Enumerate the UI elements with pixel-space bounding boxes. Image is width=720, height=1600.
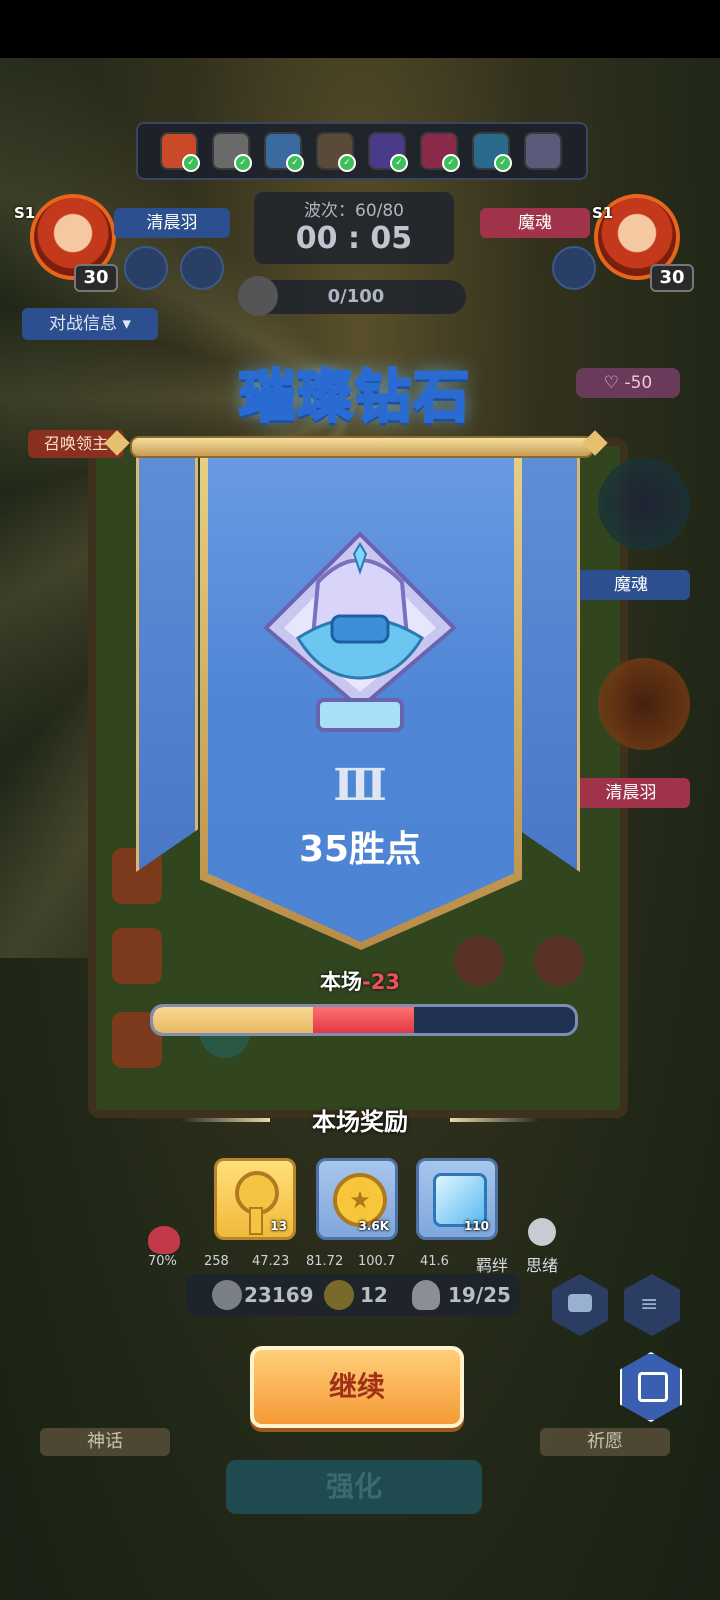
unit-icon (412, 1280, 440, 1310)
skill-icon[interactable] (180, 246, 224, 290)
unit-count: 19/25 (448, 1283, 511, 1307)
diamond-trophy-icon (258, 528, 462, 740)
kill-progress-text: 0/100 (327, 286, 385, 307)
bulb-icon (528, 1218, 556, 1246)
stat-1: 258 (204, 1254, 229, 1269)
thought-label[interactable]: 思绪 (526, 1252, 558, 1276)
upgrade-label: 强化 (325, 1470, 382, 1503)
player-right-season: S1 (592, 204, 614, 222)
rewards-divider-left (180, 1118, 270, 1122)
resource-bar: 23169 12 19/25 (186, 1274, 520, 1316)
heart-icon: ♡ (603, 373, 620, 393)
key-shaft (249, 1207, 263, 1235)
voice-icon[interactable] (124, 246, 168, 290)
upgrade-button[interactable]: 强化 (226, 1460, 482, 1514)
hero-chip[interactable] (524, 132, 562, 170)
heart-stat-icon (148, 1226, 180, 1254)
timer: 00 : 05 (295, 221, 413, 256)
heart-cost: ♡ -50 (576, 368, 680, 398)
rank-title: 璀璨钻石 (238, 364, 471, 432)
check-icon: ✓ (182, 154, 200, 172)
wave-panel: 波次：60/80 00 : 05 (254, 192, 454, 264)
hero-chip[interactable]: ✓ (212, 132, 252, 172)
clover-icon (324, 1280, 354, 1310)
boss-name-2: 清晨羽 (572, 778, 690, 808)
check-icon: ✓ (390, 154, 408, 172)
check-icon: ✓ (442, 154, 460, 172)
right-side-flag (518, 446, 580, 872)
boss-name-1: 魔魂 (572, 570, 690, 600)
chat-icon[interactable] (552, 246, 596, 290)
reward-coin[interactable]: ★ 3.6K (316, 1158, 398, 1240)
reward-coin-count: 3.6K (358, 1219, 389, 1233)
hero-lineup-bar: ✓ ✓ ✓ ✓ ✓ ✓ ✓ (136, 122, 588, 180)
match-delta: 本场-23 (260, 966, 460, 996)
status-bar (0, 0, 720, 58)
player-left-season: S1 (14, 204, 36, 222)
heart-value: -50 (624, 373, 653, 393)
player-right-level: 30 (650, 264, 694, 292)
match-delta-value: -23 (362, 970, 400, 994)
share-icon (638, 1372, 668, 1402)
wish-button[interactable]: 祈愿 (540, 1428, 670, 1456)
dropdown-arrow-icon: ▾ (122, 314, 131, 334)
player-right-name: 魔魂 (480, 208, 590, 238)
left-side-flag (136, 446, 198, 872)
banner-rod (130, 436, 594, 458)
continue-button[interactable]: 继续 (250, 1346, 464, 1428)
reward-ice[interactable]: 110 (416, 1158, 498, 1240)
menu-icon: ≡ (640, 1292, 659, 1317)
hero-chip[interactable]: ✓ (264, 132, 304, 172)
rewards-title: 本场奖励 (312, 1108, 408, 1136)
stat-3: 81.72 (306, 1254, 344, 1269)
battle-info-label: 对战信息 (49, 314, 118, 334)
stat-2: 47.23 (252, 1254, 290, 1269)
stat-4: 100.7 (358, 1254, 396, 1269)
rank-progress-bar (150, 1004, 578, 1036)
clover-count: 12 (360, 1283, 388, 1307)
rank-points: 35胜点 (298, 829, 422, 870)
progress-fill-loss (313, 1007, 414, 1033)
stat-5: 41.6 (420, 1254, 449, 1269)
rank-tier: Ⅲ (333, 760, 387, 811)
battle-info-button[interactable]: 对战信息 ▾ (22, 308, 158, 340)
rewards-divider-right (450, 1118, 540, 1122)
myth-button[interactable]: 神话 (40, 1428, 170, 1456)
chat-bubble-icon (568, 1294, 592, 1312)
wave-label: 波次：60/80 (304, 201, 404, 221)
check-icon: ✓ (286, 154, 304, 172)
progress-fill-gold (153, 1007, 313, 1033)
silver-coin-icon (212, 1280, 242, 1310)
check-icon: ✓ (234, 154, 252, 172)
player-left-name: 清晨羽 (114, 208, 230, 238)
stat-0: 70% (148, 1254, 177, 1269)
skull-icon (238, 276, 278, 316)
hero-chip[interactable]: ✓ (160, 132, 200, 172)
reward-key-count: 13 (270, 1219, 287, 1233)
hero-chip[interactable]: ✓ (316, 132, 356, 172)
hero-chip[interactable]: ✓ (420, 132, 460, 172)
hero-chip[interactable]: ✓ (368, 132, 408, 172)
fetter-label[interactable]: 羁绊 (476, 1252, 508, 1276)
check-icon: ✓ (338, 154, 356, 172)
reward-ice-count: 110 (463, 1219, 489, 1233)
hero-chip[interactable]: ✓ (472, 132, 512, 172)
match-label: 本场 (320, 970, 363, 994)
silver-count: 23169 (244, 1283, 314, 1307)
player-left-level: 30 (74, 264, 118, 292)
kill-progress-bar: 0/100 (246, 280, 466, 314)
check-icon: ✓ (494, 154, 512, 172)
reward-key[interactable]: 13 (214, 1158, 296, 1240)
